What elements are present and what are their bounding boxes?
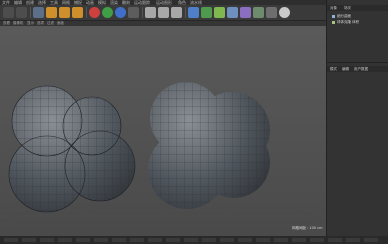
cube-icon[interactable] <box>188 7 199 18</box>
render-picture-icon[interactable] <box>158 7 169 18</box>
status-bar <box>0 236 388 244</box>
grid-spacing-readout: 网格间距 : 100 cm <box>292 226 323 230</box>
status-cell <box>256 238 270 242</box>
status-cell <box>58 238 72 242</box>
scale-icon[interactable] <box>59 7 70 18</box>
z-axis-icon[interactable] <box>115 7 126 18</box>
coordinate-icon[interactable] <box>128 7 139 18</box>
status-cell <box>220 238 234 242</box>
toolbar-separator <box>142 7 143 18</box>
status-cell <box>364 238 378 242</box>
sphere-cluster-left[interactable] <box>0 76 150 226</box>
light-icon[interactable] <box>279 7 290 18</box>
status-cell <box>274 238 288 242</box>
status-cell <box>310 238 324 242</box>
cloner-icon <box>332 20 335 24</box>
right-panel: 对象 场次 细分曲面 球体克隆 体积 模式 编辑 用户数据 <box>326 0 388 244</box>
object-item-subdivision[interactable]: 细分曲面 <box>332 14 351 19</box>
subdivide-icon[interactable] <box>214 7 225 18</box>
toolbar-separator <box>86 7 87 18</box>
status-cell <box>94 238 108 242</box>
redo-icon[interactable] <box>16 7 27 18</box>
status-cell <box>202 238 216 242</box>
object-item-sphere-clone[interactable]: 球体克隆 体积 <box>332 20 359 25</box>
toolbar-separator <box>185 7 186 18</box>
3d-viewport[interactable] <box>0 26 326 236</box>
status-cell <box>130 238 144 242</box>
tab-objects[interactable]: 对象 <box>330 5 337 11</box>
array-icon[interactable] <box>227 7 238 18</box>
status-cell <box>112 238 126 242</box>
main-toolbar <box>0 5 326 21</box>
panel-divider[interactable] <box>327 62 388 63</box>
rotate-icon[interactable] <box>72 7 83 18</box>
viewport-scene <box>0 76 326 236</box>
toolbar-separator <box>30 7 31 18</box>
status-cell <box>328 238 342 242</box>
status-cell <box>76 238 90 242</box>
subdivision-surface-icon <box>332 14 335 18</box>
status-cell <box>166 238 180 242</box>
tab-user-data[interactable]: 用户数据 <box>354 66 368 72</box>
status-cell <box>346 238 360 242</box>
sphere-cluster-right[interactable] <box>140 76 280 226</box>
render-view-icon[interactable] <box>145 7 156 18</box>
status-cell <box>40 238 54 242</box>
attribute-manager-tabs: 模式 编辑 用户数据 <box>327 66 388 72</box>
tab-edit[interactable]: 编辑 <box>342 66 349 72</box>
status-cell <box>238 238 252 242</box>
undo-icon[interactable] <box>3 7 14 18</box>
x-axis-icon[interactable] <box>89 7 100 18</box>
camera-icon[interactable] <box>266 7 277 18</box>
tab-takes[interactable]: 场次 <box>344 5 351 11</box>
status-cell <box>184 238 198 242</box>
status-cell <box>148 238 162 242</box>
status-cell <box>4 238 18 242</box>
deformer-icon[interactable] <box>240 7 251 18</box>
live-select-icon[interactable] <box>33 7 44 18</box>
tab-mode[interactable]: 模式 <box>330 66 337 72</box>
render-settings-icon[interactable] <box>171 7 182 18</box>
status-cell <box>22 238 36 242</box>
object-manager-tabs: 对象 场次 <box>327 5 388 11</box>
move-icon[interactable] <box>46 7 57 18</box>
floor-icon[interactable] <box>253 7 264 18</box>
pen-icon[interactable] <box>201 7 212 18</box>
status-cell <box>292 238 306 242</box>
y-axis-icon[interactable] <box>102 7 113 18</box>
